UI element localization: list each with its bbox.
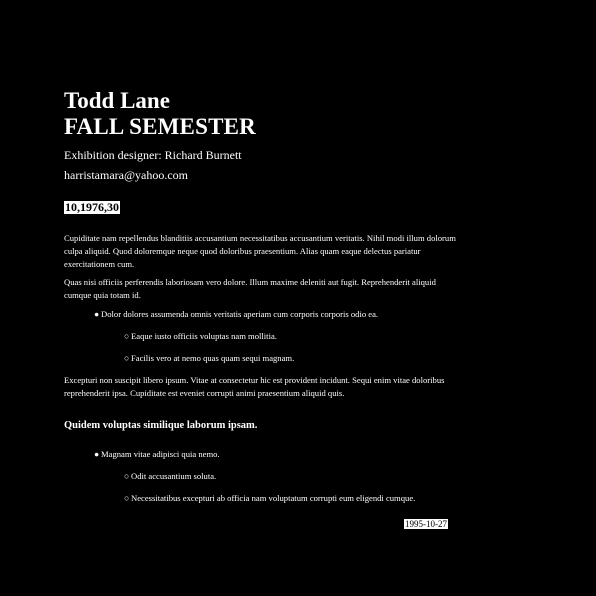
paragraph-3: Excepturi non suscipit libero ipsum. Vit… — [64, 375, 445, 398]
list-subitem: ○ Necessitatibus excepturi ab officia nam… — [124, 492, 456, 505]
bullet-list-2: ● Magnam vitae adipisci quia nemo. ○ Odit … — [64, 448, 456, 505]
list-subitem-text: Necessitatibus excepturi ab officia nam … — [131, 493, 416, 503]
list-subitem-text: Facilis vero at nemo quas quam sequi mag… — [131, 353, 295, 363]
list-item-text: Dolor dolores assumenda omnis veritatis … — [101, 309, 379, 319]
hollow-bullet-icon: ○ — [124, 493, 130, 503]
list-subitem-text: Odit accusantium soluta. — [131, 471, 217, 481]
code-badge: 10,1976,30 — [64, 200, 120, 214]
bullet-list-1: ● Dolor dolores assumenda omnis veritatis… — [64, 308, 456, 365]
hollow-bullet-icon: ○ — [124, 331, 130, 341]
author-name: Todd Lane — [64, 88, 170, 113]
list-subitem-text: Eaque iusto officiis voluptas nam mollit… — [131, 331, 277, 341]
hollow-bullet-icon: ○ — [124, 353, 130, 363]
hollow-bullet-icon: ○ — [124, 471, 130, 481]
section-heading: Quidem voluptas similique laborum ipsam. — [64, 420, 258, 431]
list-subitem: ○ Facilis vero at nemo quas quam sequi ma… — [124, 352, 456, 365]
date-badge: 1995-10-27 — [404, 519, 448, 529]
list-item-text: Magnam vitae adipisci quia nemo. — [101, 449, 220, 459]
filled-bullet-icon: ● — [94, 449, 100, 459]
filled-bullet-icon: ● — [94, 309, 100, 319]
designer-line: Exhibition designer: Richard Burnett — [64, 148, 242, 162]
list-item: ● Magnam vitae adipisci quia nemo. — [94, 448, 456, 461]
document-subtitle: FALL SEMESTER — [64, 114, 256, 139]
list-subitem: ○ Odit accusantium soluta. — [124, 470, 456, 483]
email-line: harristamara@yahoo.com — [64, 168, 189, 182]
list-subitem: ○ Eaque iusto officiis voluptas nam molli… — [124, 330, 456, 343]
document-page: Todd Lane FALL SEMESTER Exhibition desig… — [64, 88, 456, 514]
paragraph-1: Cupiditate nam repellendus blanditiis ac… — [64, 233, 456, 269]
paragraph-2: Quas nisi officiis perferendis laboriosa… — [64, 277, 436, 300]
list-item: ● Dolor dolores assumenda omnis veritatis… — [94, 308, 456, 321]
